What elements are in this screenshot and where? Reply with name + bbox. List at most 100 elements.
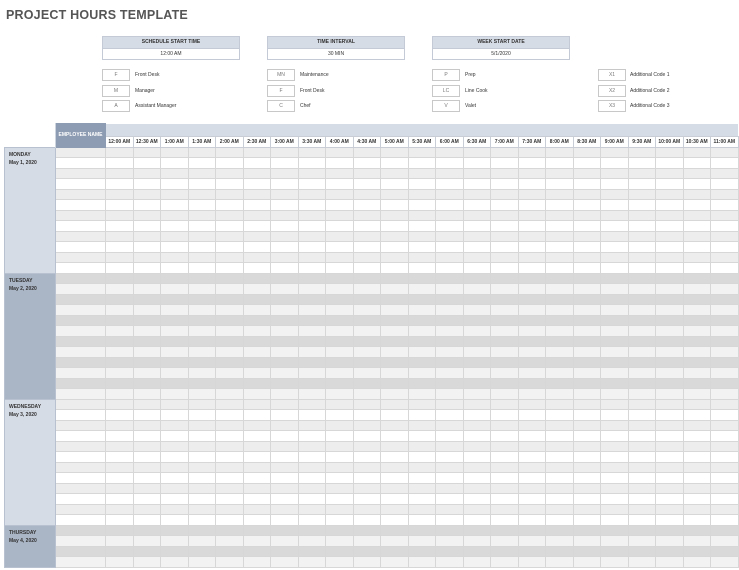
hour-cell[interactable]	[352, 545, 381, 557]
employee-name-cell[interactable]	[55, 482, 106, 494]
hour-cell[interactable]	[710, 388, 739, 400]
hour-cell[interactable]	[160, 545, 189, 557]
hour-cell[interactable]	[490, 157, 519, 169]
hour-cell[interactable]	[627, 146, 656, 158]
hour-cell[interactable]	[517, 209, 546, 221]
hour-cell[interactable]	[682, 146, 711, 158]
hour-cell[interactable]	[352, 503, 381, 515]
hour-cell[interactable]	[490, 346, 519, 358]
hour-cell[interactable]	[380, 503, 409, 515]
hour-cell[interactable]	[270, 199, 299, 211]
hour-cell[interactable]	[435, 440, 464, 452]
employee-name-cell[interactable]	[55, 503, 106, 515]
hour-cell[interactable]	[462, 230, 491, 242]
hour-cell[interactable]	[132, 419, 161, 431]
hour-cell[interactable]	[325, 199, 354, 211]
hour-cell[interactable]	[132, 356, 161, 368]
hour-cell[interactable]	[517, 146, 546, 158]
hour-cell[interactable]	[105, 209, 134, 221]
hour-cell[interactable]	[462, 472, 491, 484]
hour-cell[interactable]	[352, 241, 381, 253]
hour-cell[interactable]	[187, 157, 216, 169]
hour-cell[interactable]	[545, 346, 574, 358]
hour-cell[interactable]	[380, 199, 409, 211]
hour-cell[interactable]	[242, 262, 271, 274]
hour-cell[interactable]	[297, 146, 326, 158]
hour-cell[interactable]	[297, 493, 326, 505]
hour-cell[interactable]	[325, 482, 354, 494]
hour-cell[interactable]	[545, 472, 574, 484]
hour-cell[interactable]	[572, 251, 601, 263]
hour-cell[interactable]	[215, 230, 244, 242]
hour-cell[interactable]	[545, 283, 574, 295]
hour-cell[interactable]	[132, 241, 161, 253]
hour-cell[interactable]	[297, 398, 326, 410]
hour-cell[interactable]	[490, 524, 519, 536]
hour-cell[interactable]	[187, 283, 216, 295]
hour-cell[interactable]	[215, 314, 244, 326]
hour-cell[interactable]	[710, 199, 739, 211]
hour-cell[interactable]	[270, 430, 299, 442]
hour-cell[interactable]	[242, 220, 271, 232]
hour-cell[interactable]	[655, 503, 684, 515]
hour-cell[interactable]	[435, 524, 464, 536]
hour-cell[interactable]	[105, 272, 134, 284]
hour-cell[interactable]	[435, 367, 464, 379]
hour-cell[interactable]	[407, 346, 436, 358]
hour-cell[interactable]	[325, 178, 354, 190]
hour-cell[interactable]	[297, 167, 326, 179]
hour-cell[interactable]	[682, 545, 711, 557]
hour-cell[interactable]	[297, 283, 326, 295]
hour-cell[interactable]	[242, 503, 271, 515]
hour-cell[interactable]	[270, 503, 299, 515]
hour-cell[interactable]	[215, 440, 244, 452]
employee-name-cell[interactable]	[55, 346, 106, 358]
hour-cell[interactable]	[132, 293, 161, 305]
hour-cell[interactable]	[352, 314, 381, 326]
hour-cell[interactable]	[160, 262, 189, 274]
hour-cell[interactable]	[627, 314, 656, 326]
hour-cell[interactable]	[187, 199, 216, 211]
hour-cell[interactable]	[242, 440, 271, 452]
hour-cell[interactable]	[572, 493, 601, 505]
hour-cell[interactable]	[655, 440, 684, 452]
hour-cell[interactable]	[517, 451, 546, 463]
hour-cell[interactable]	[242, 419, 271, 431]
hour-cell[interactable]	[490, 220, 519, 232]
hour-cell[interactable]	[545, 356, 574, 368]
hour-cell[interactable]	[572, 241, 601, 253]
hour-cell[interactable]	[627, 367, 656, 379]
hour-cell[interactable]	[517, 482, 546, 494]
hour-cell[interactable]	[517, 262, 546, 274]
hour-cell[interactable]	[490, 398, 519, 410]
hour-cell[interactable]	[380, 514, 409, 526]
hour-cell[interactable]	[297, 472, 326, 484]
hour-cell[interactable]	[655, 209, 684, 221]
hour-cell[interactable]	[655, 472, 684, 484]
hour-cell[interactable]	[105, 304, 134, 316]
hour-cell[interactable]	[600, 398, 629, 410]
hour-cell[interactable]	[215, 241, 244, 253]
hour-cell[interactable]	[242, 167, 271, 179]
hour-cell[interactable]	[682, 346, 711, 358]
hour-cell[interactable]	[682, 356, 711, 368]
hour-cell[interactable]	[380, 304, 409, 316]
hour-cell[interactable]	[462, 241, 491, 253]
hour-cell[interactable]	[160, 556, 189, 568]
hour-cell[interactable]	[572, 188, 601, 200]
hour-cell[interactable]	[105, 503, 134, 515]
hour-cell[interactable]	[105, 461, 134, 473]
hour-cell[interactable]	[352, 283, 381, 295]
hour-cell[interactable]	[215, 503, 244, 515]
hour-cell[interactable]	[215, 388, 244, 400]
hour-cell[interactable]	[517, 304, 546, 316]
hour-cell[interactable]	[462, 503, 491, 515]
hour-cell[interactable]	[407, 524, 436, 536]
hour-cell[interactable]	[187, 398, 216, 410]
hour-cell[interactable]	[297, 157, 326, 169]
hour-cell[interactable]	[160, 482, 189, 494]
code-cell[interactable]: X1	[598, 69, 626, 81]
employee-name-cell[interactable]	[55, 430, 106, 442]
hour-cell[interactable]	[407, 419, 436, 431]
hour-cell[interactable]	[407, 283, 436, 295]
